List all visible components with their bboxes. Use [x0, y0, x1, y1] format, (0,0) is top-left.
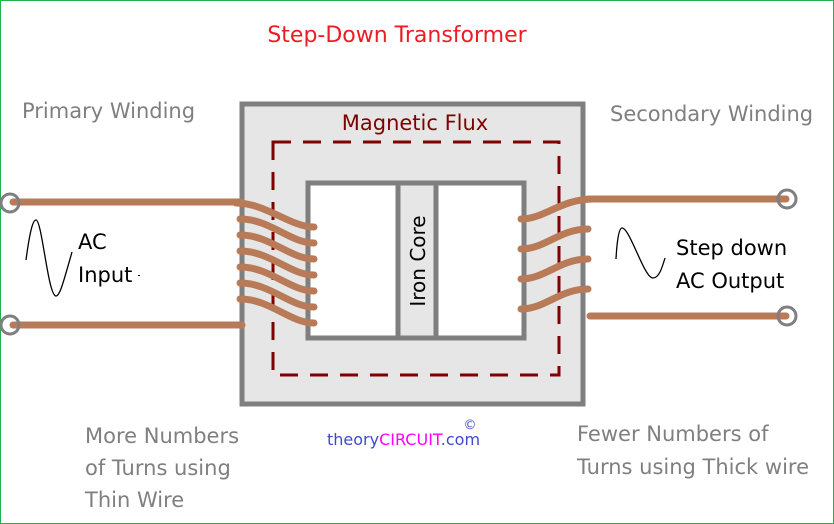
iron-core-label: Iron Core	[406, 215, 430, 306]
ac-input-label-line2: Input	[78, 263, 132, 287]
ac-input-sine-icon	[25, 219, 73, 297]
watermark: theoryCIRCUIT.com	[327, 430, 480, 449]
primary-note-line1: More Numbers	[85, 424, 239, 448]
primary-winding-label: Primary Winding	[22, 99, 195, 123]
primary-note-line2: of Turns using	[85, 456, 231, 480]
secondary-winding-label: Secondary Winding	[610, 102, 813, 126]
ac-output-sine-icon	[615, 227, 666, 279]
core-window-left	[305, 180, 401, 341]
secondary-note-line2: Turns using Thick wire	[576, 455, 809, 479]
copyright-symbol: ©	[464, 418, 477, 433]
core-window-right	[433, 180, 527, 341]
diagram-title: Step-Down Transformer	[267, 23, 527, 48]
ac-input-label-line1: AC	[78, 230, 107, 254]
magnetic-flux-label: Magnetic Flux	[342, 111, 489, 135]
secondary-note-line1: Fewer Numbers of	[577, 422, 769, 446]
stray-dot	[138, 275, 140, 276]
transformer-diagram: Step-Down Transformer Primary Winding Se…	[0, 23, 813, 512]
watermark-prefix: theory	[327, 430, 379, 449]
ac-output-label-line2: AC Output	[676, 269, 784, 293]
ac-output-label-line1: Step down	[676, 236, 787, 260]
primary-note-line3: Thin Wire	[84, 488, 184, 512]
watermark-highlight: CIRCUIT	[379, 430, 443, 449]
